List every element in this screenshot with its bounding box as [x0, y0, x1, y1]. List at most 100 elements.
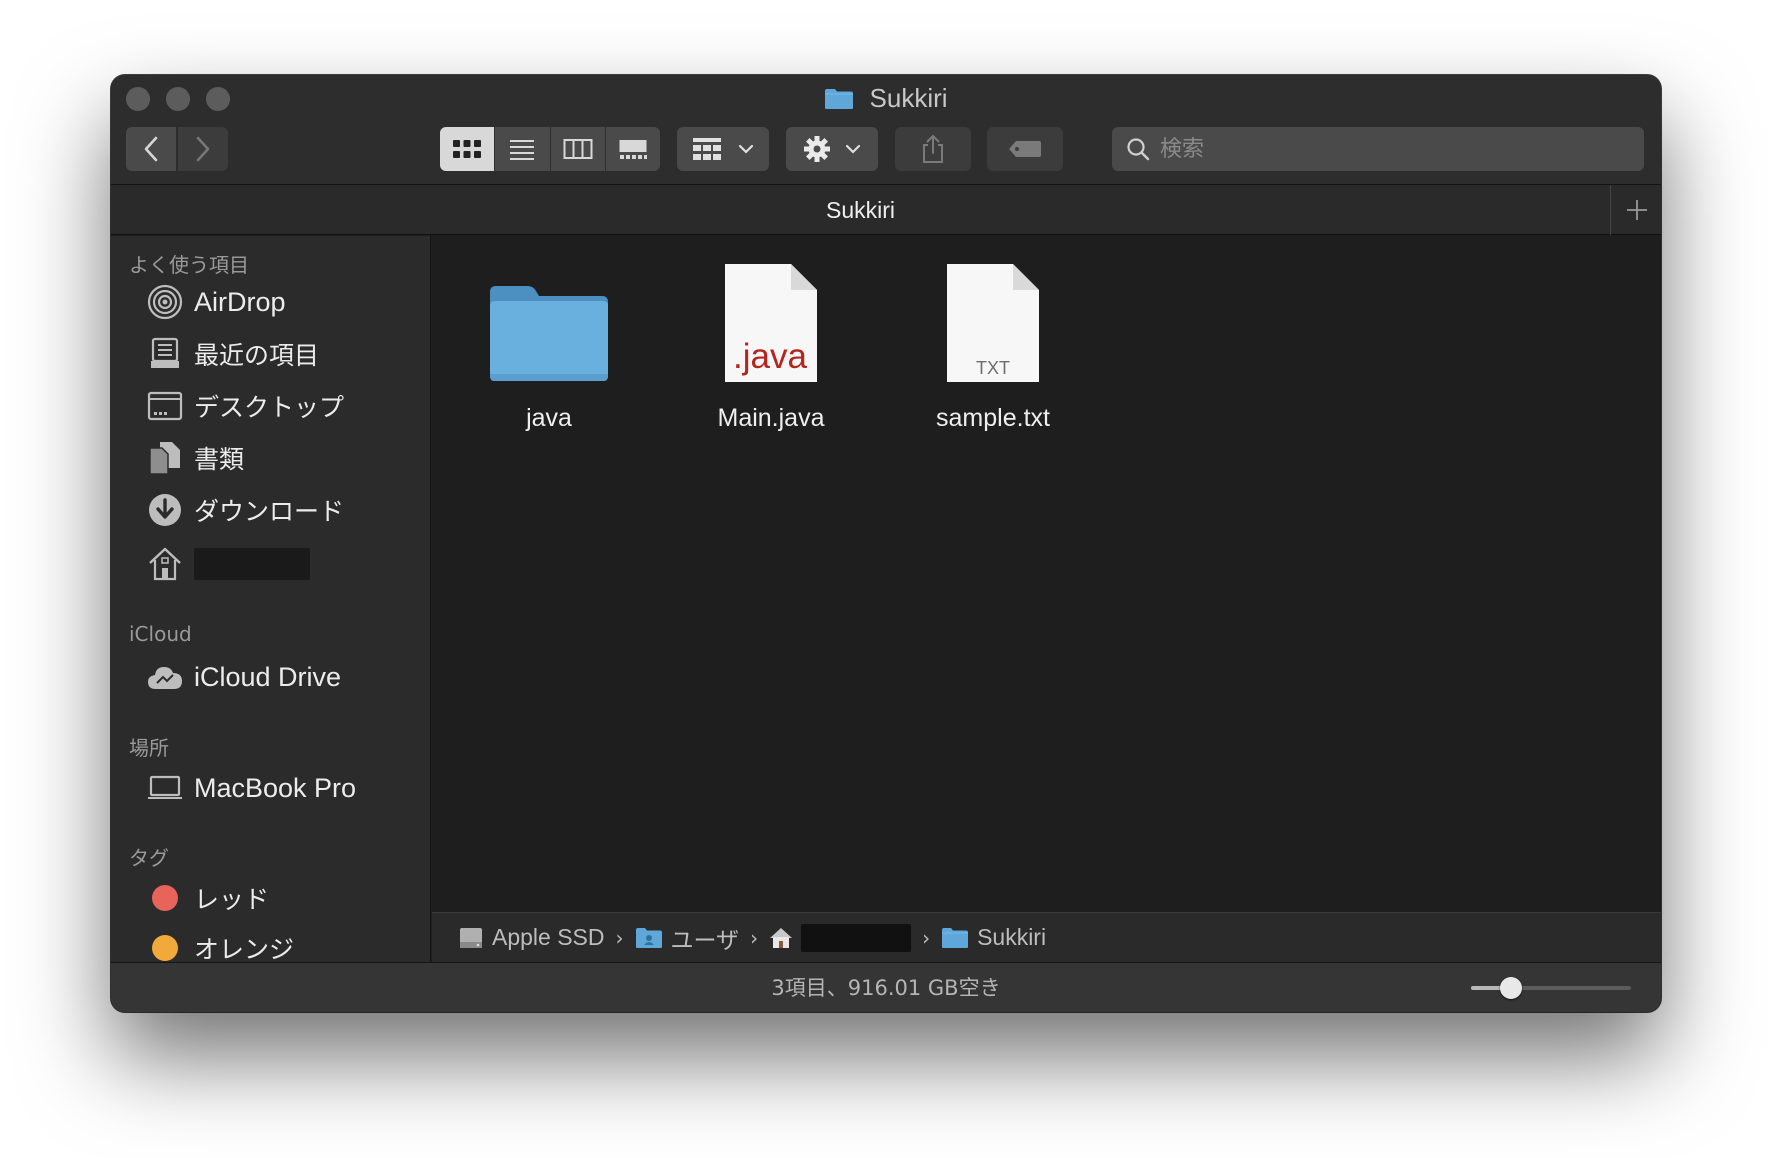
chevron-right-icon [196, 136, 210, 162]
tab-sukkiri[interactable]: Sukkiri [111, 185, 1611, 235]
chevron-down-icon [738, 144, 754, 154]
path-crumb-apple-ssd[interactable]: Apple SSD [458, 924, 605, 951]
edit-tags-button[interactable] [987, 127, 1063, 171]
folder-icon [941, 927, 969, 949]
sidebar-item-label: オレンジ [194, 935, 295, 962]
sidebar-item-label: レッド [194, 885, 270, 914]
desktop-icon [146, 387, 184, 425]
path-separator-icon: › [615, 925, 624, 950]
sidebar-header-locations: 場所 [129, 736, 169, 760]
file-browser-content: java .java Main.java TXT sample.txt [432, 236, 1661, 912]
tab-label: Sukkiri [825, 196, 895, 223]
home-icon [769, 927, 793, 949]
orange-tag-dot-icon [152, 935, 178, 961]
folder-icon [825, 88, 854, 109]
sidebar-item-documents[interactable]: 書類 [146, 436, 426, 480]
disk-icon [458, 926, 484, 950]
sidebar-item-home[interactable] [146, 542, 426, 586]
file-item-java-folder[interactable]: java [449, 254, 649, 433]
path-separator-icon: › [750, 925, 759, 950]
search-icon [1127, 138, 1150, 161]
columns-icon [563, 139, 593, 159]
path-separator-icon: › [922, 925, 931, 950]
file-name: Main.java [717, 404, 825, 432]
downloads-icon [146, 491, 184, 529]
forward-button[interactable] [178, 127, 228, 171]
list-view-button[interactable] [495, 127, 551, 171]
status-bar: 3項目、916.01 GB空き [111, 962, 1661, 1012]
file-item-main-java[interactable]: .java Main.java [671, 254, 871, 433]
plus-icon [1626, 200, 1647, 220]
redacted-username [801, 923, 912, 952]
laptop-icon [146, 769, 184, 807]
text-file-icon: TXT [947, 264, 1039, 382]
sidebar-header-tags: タグ [129, 846, 169, 870]
sidebar-item-label: デスクトップ [194, 393, 345, 422]
recents-icon [146, 335, 184, 373]
sidebar-item-tag-orange[interactable]: オレンジ [146, 926, 426, 962]
status-text: 3項目、916.01 GB空き [771, 976, 1001, 1000]
tag-icon [1009, 141, 1041, 157]
gallery-view-button[interactable] [606, 127, 660, 171]
grid-icon [453, 140, 482, 158]
home-icon [146, 545, 184, 583]
file-name: sample.txt [936, 404, 1050, 432]
java-file-icon: .java [725, 264, 817, 382]
sidebar-item-label: AirDrop [194, 286, 286, 317]
window-title: Sukkiri [111, 83, 1661, 115]
sidebar-item-label: MacBook Pro [194, 772, 357, 803]
sidebar-item-recents[interactable]: 最近の項目 [146, 332, 426, 376]
chevron-left-icon [144, 136, 158, 162]
documents-icon [146, 439, 184, 477]
sidebar: よく使う項目 AirDrop 最近の項目 デスクトップ 書類 ダウンロード iC… [111, 236, 431, 962]
back-button[interactable] [126, 127, 176, 171]
path-crumb-home[interactable] [769, 923, 912, 952]
crumb-label: Apple SSD [492, 924, 605, 950]
sidebar-item-icloud-drive[interactable]: iCloud Drive [146, 655, 426, 699]
gear-icon [804, 136, 830, 162]
tag-dot-wrap [146, 929, 184, 962]
path-bar: Apple SSD › ユーザ › › Sukkiri [432, 912, 1661, 962]
file-name: java [526, 404, 572, 432]
search-field[interactable] [1112, 127, 1644, 171]
folder-icon [490, 286, 608, 381]
sidebar-item-label: iCloud Drive [194, 661, 342, 692]
list-icon [510, 140, 535, 160]
java-badge: .java [733, 337, 807, 376]
icon-size-slider[interactable] [1471, 977, 1631, 999]
group-by-button[interactable] [677, 127, 769, 171]
sidebar-item-label: 書類 [194, 445, 245, 474]
red-tag-dot-icon [152, 885, 178, 911]
path-crumb-users[interactable]: ユーザ [635, 921, 740, 955]
file-item-sample-txt[interactable]: TXT sample.txt [893, 254, 1093, 433]
gallery-icon [619, 140, 647, 159]
tab-bar: Sukkiri [111, 185, 1661, 235]
sidebar-item-desktop[interactable]: デスクトップ [146, 384, 426, 428]
sidebar-header-icloud: iCloud [129, 622, 192, 646]
sidebar-item-label: ダウンロード [194, 497, 345, 526]
users-folder-icon [635, 927, 663, 949]
crumb-label: Sukkiri [977, 924, 1047, 950]
view-mode-segmented-control [440, 127, 660, 171]
window-title-label: Sukkiri [869, 83, 948, 113]
action-menu-button[interactable] [786, 127, 878, 171]
txt-badge: TXT [976, 358, 1010, 378]
sidebar-item-tag-red[interactable]: レッド [146, 876, 426, 920]
crumb-label: ユーザ [670, 926, 740, 953]
sidebar-item-downloads[interactable]: ダウンロード [146, 488, 426, 532]
column-view-button[interactable] [551, 127, 606, 171]
sidebar-item-label: 最近の項目 [194, 341, 320, 370]
sidebar-item-macbook-pro[interactable]: MacBook Pro [146, 766, 426, 810]
finder-window: Sukkiri 検索 Sukkiri よく使う項目 AirDrop 最近の項目 … [111, 75, 1661, 1012]
airdrop-icon [146, 283, 184, 321]
share-icon [923, 134, 943, 163]
share-button[interactable] [895, 127, 971, 171]
slider-knob[interactable] [1500, 977, 1522, 999]
new-tab-button[interactable] [1612, 185, 1661, 235]
chevron-down-icon [845, 144, 861, 154]
path-crumb-sukkiri[interactable]: Sukkiri [941, 924, 1046, 951]
redacted-username [194, 548, 310, 580]
sidebar-item-airdrop[interactable]: AirDrop [146, 280, 426, 324]
search-input[interactable] [1160, 136, 1630, 162]
icon-view-button[interactable] [440, 127, 496, 171]
